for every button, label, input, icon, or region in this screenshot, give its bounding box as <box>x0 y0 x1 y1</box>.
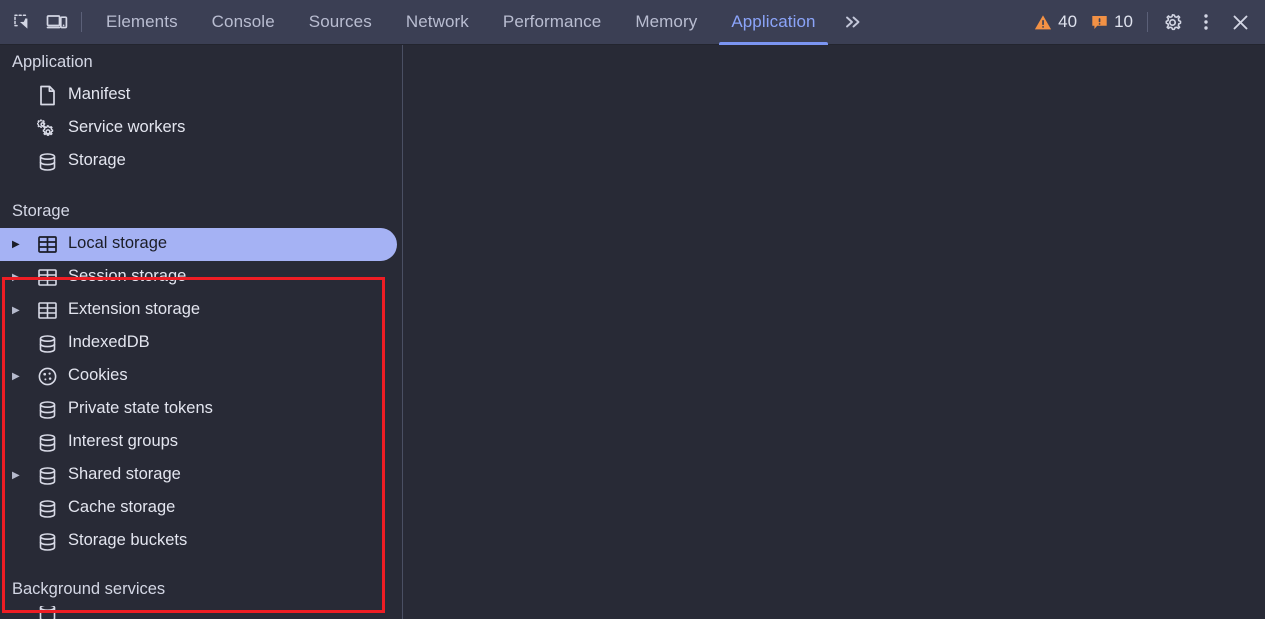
table-icon <box>34 301 60 320</box>
tab-label: Network <box>405 12 469 31</box>
devtools-window: Elements Console Sources Network Perform… <box>0 0 1265 619</box>
error-count: 10 <box>1114 12 1133 31</box>
sidebar-item-label: Storage <box>68 151 126 170</box>
sidebar-item-service-workers[interactable]: Service workers <box>0 112 402 145</box>
warning-count: 40 <box>1058 12 1078 31</box>
sidebar-item-private-state-tokens[interactable]: ▶ Private state tokens <box>0 393 402 426</box>
sidebar-section-background-services: Background services <box>12 580 166 598</box>
close-icon[interactable] <box>1223 7 1257 37</box>
sidebar-item-label: Local storage <box>68 234 168 253</box>
tab-network[interactable]: Network <box>389 0 486 45</box>
sidebar-item-storage-buckets[interactable]: ▶ Storage buckets <box>0 525 402 558</box>
sidebar-section-application: Application <box>12 53 93 71</box>
sidebar-item-cache-storage[interactable]: ▶ Cache storage <box>0 492 402 525</box>
table-icon <box>34 268 60 287</box>
database-icon <box>34 466 60 486</box>
chevron-right-icon[interactable]: ▶ <box>12 305 34 316</box>
devtools-body: Application Manifest Service workers Sto… <box>0 45 1265 619</box>
tab-console[interactable]: Console <box>195 0 292 45</box>
database-icon <box>34 499 60 519</box>
tab-label: Application <box>731 12 816 31</box>
toolbar-actions <box>1155 7 1257 37</box>
sidebar-item-label: Manifest <box>68 85 131 104</box>
sidebar-item-storage[interactable]: Storage <box>0 145 402 178</box>
gear-icon[interactable] <box>1155 7 1189 37</box>
database-icon <box>34 606 60 619</box>
table-icon <box>34 235 60 254</box>
twisty-placeholder: ▶ <box>12 503 34 514</box>
sidebar-item-extension-storage[interactable]: ▶ Extension storage <box>0 294 402 327</box>
device-toolbar-icon[interactable] <box>40 7 74 37</box>
kebab-menu-icon[interactable] <box>1189 7 1223 37</box>
database-icon <box>34 152 60 172</box>
twisty-placeholder: ▶ <box>12 437 34 448</box>
sidebar-item-label: IndexedDB <box>68 333 150 352</box>
error-counter[interactable]: 10 <box>1084 12 1140 32</box>
chevron-right-icon[interactable]: ▶ <box>12 470 34 481</box>
application-main-panel <box>403 45 1265 619</box>
devtools-toolbar: Elements Console Sources Network Perform… <box>0 0 1265 45</box>
twisty-placeholder: ▶ <box>12 536 34 547</box>
document-icon <box>34 85 60 106</box>
toolbar-divider <box>81 12 82 32</box>
sidebar-item-partial[interactable]: ▶ <box>0 606 402 619</box>
tab-label: Sources <box>308 12 372 31</box>
tab-performance[interactable]: Performance <box>486 0 618 45</box>
application-sidebar: Application Manifest Service workers Sto… <box>0 45 403 619</box>
twisty-placeholder: ▶ <box>12 338 34 349</box>
chevron-right-icon[interactable]: ▶ <box>12 371 34 382</box>
chevron-right-icon[interactable]: ▶ <box>12 239 34 250</box>
tab-sources[interactable]: Sources <box>292 0 389 45</box>
database-icon <box>34 532 60 552</box>
toolbar-divider-right <box>1147 12 1148 32</box>
database-icon <box>34 334 60 354</box>
sidebar-item-label: Private state tokens <box>68 399 213 418</box>
sidebar-item-label: Session storage <box>68 267 187 286</box>
sidebar-item-manifest[interactable]: Manifest <box>0 79 402 112</box>
twisty-placeholder: ▶ <box>12 404 34 415</box>
inspect-element-icon[interactable] <box>6 7 40 37</box>
tab-label: Elements <box>106 12 178 31</box>
sidebar-item-interest-groups[interactable]: ▶ Interest groups <box>0 426 402 459</box>
sidebar-item-indexeddb[interactable]: ▶ IndexedDB <box>0 327 402 360</box>
sidebar-item-label: Interest groups <box>68 432 179 451</box>
panel-tabs: Elements Console Sources Network Perform… <box>89 0 833 45</box>
tab-application[interactable]: Application <box>714 0 832 45</box>
sidebar-item-local-storage[interactable]: ▶ Local storage <box>0 228 402 261</box>
twisty-placeholder: ▶ <box>12 608 34 619</box>
tab-memory[interactable]: Memory <box>618 0 714 45</box>
sidebar-item-shared-storage[interactable]: ▶ Shared storage <box>0 459 402 492</box>
sidebar-item-session-storage[interactable]: ▶ Session storage <box>0 261 402 294</box>
tab-label: Performance <box>502 12 602 31</box>
database-icon <box>34 400 60 420</box>
message-error-icon <box>1091 14 1108 31</box>
sidebar-item-label: Extension storage <box>68 300 201 319</box>
warning-triangle-icon <box>1034 14 1052 31</box>
sidebar-item-label: Storage buckets <box>68 531 188 550</box>
database-icon <box>34 433 60 453</box>
sidebar-section-storage: Storage <box>12 202 70 220</box>
more-tabs-icon[interactable] <box>833 14 873 30</box>
sidebar-item-label: Cache storage <box>68 498 176 517</box>
chevron-right-icon[interactable]: ▶ <box>12 272 34 283</box>
cookie-icon <box>34 366 60 387</box>
sidebar-item-label: Service workers <box>68 118 186 137</box>
tab-label: Console <box>211 12 275 31</box>
gears-icon <box>34 118 60 140</box>
warning-counter[interactable]: 40 <box>1027 12 1084 32</box>
tab-label: Memory <box>635 12 698 31</box>
tab-elements[interactable]: Elements <box>89 0 195 45</box>
sidebar-item-label: Shared storage <box>68 465 181 484</box>
sidebar-item-label: Cookies <box>68 366 128 385</box>
sidebar-item-cookies[interactable]: ▶ Cookies <box>0 360 402 393</box>
